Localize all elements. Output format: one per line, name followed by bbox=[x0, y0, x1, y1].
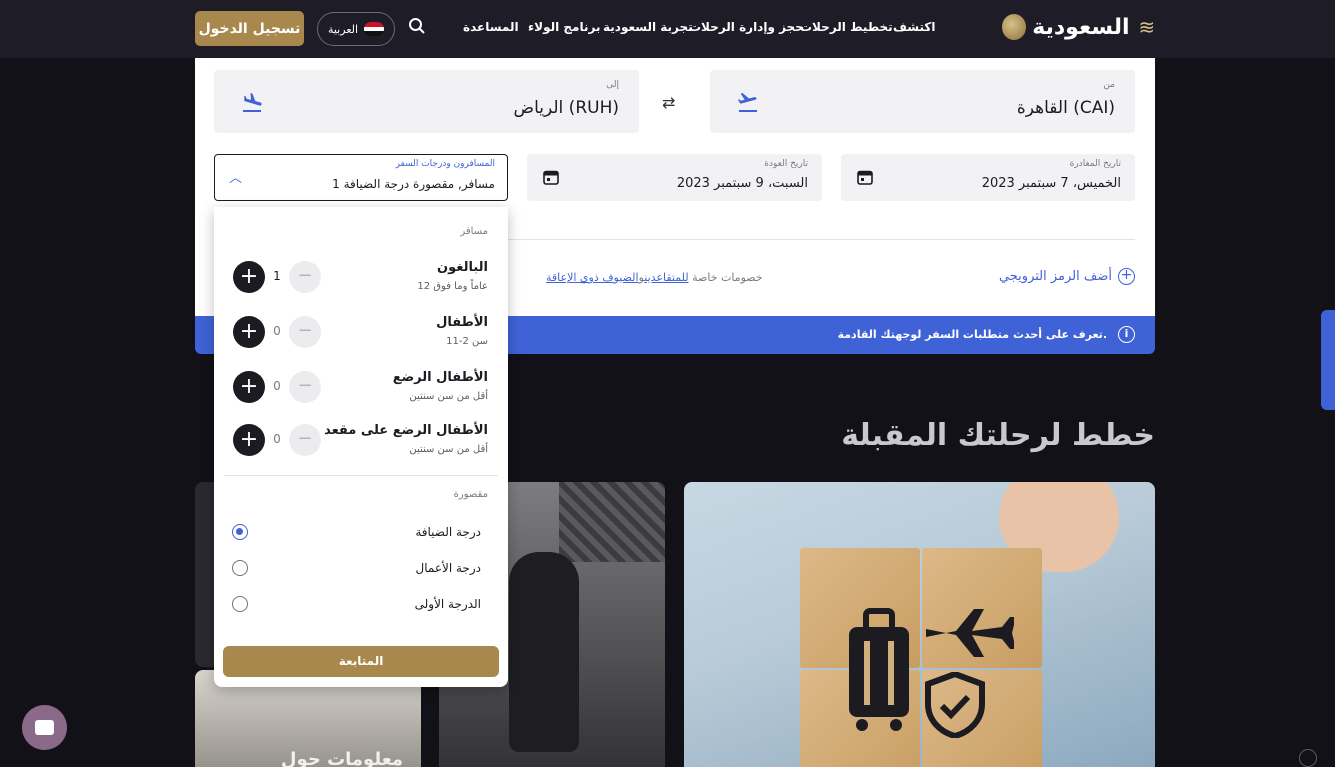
children-label: الأطفال bbox=[436, 315, 488, 330]
decrease-adults-button[interactable]: − bbox=[289, 261, 321, 293]
login-button[interactable]: تسجيل الدخول bbox=[195, 11, 304, 46]
add-promo-code-link[interactable]: أضف الرمز الترويجي + bbox=[999, 268, 1135, 285]
infants-row: الأطفال الرضع أقل من سن سنتين − 0 + bbox=[214, 370, 508, 414]
infants-seat-row: الأطفال الرضع على مقعد أقل من سن سنتين −… bbox=[214, 423, 508, 467]
egypt-flag-icon bbox=[364, 22, 385, 36]
cabin-option-business[interactable]: درجة الأعمال bbox=[214, 558, 508, 580]
return-date-field[interactable]: تاريخ العودة السبت، 9 سبتمبر 2023 bbox=[527, 154, 822, 201]
seniors-discount-link[interactable]: للمتقاعدين bbox=[644, 271, 688, 284]
decrease-infants-seat-button[interactable]: − bbox=[289, 424, 321, 456]
swap-icon[interactable]: ⇄ bbox=[662, 93, 675, 112]
travelers-class-field[interactable]: المسافرون ودرجات السفر 1 مسافر, مقصورة د… bbox=[214, 154, 508, 201]
travel-essentials-card[interactable] bbox=[684, 482, 1155, 767]
logo-text: السعودية bbox=[1032, 14, 1130, 40]
return-date-label: تاريخ العودة bbox=[764, 159, 808, 169]
info-card-title: معلومات حول bbox=[280, 749, 403, 767]
travelers-class-value: 1 مسافر, مقصورة درجة الضيافة bbox=[332, 177, 495, 191]
scroll-indicator[interactable] bbox=[1299, 749, 1317, 767]
return-date-value: السبت، 9 سبتمبر 2023 bbox=[676, 176, 808, 191]
suitcase-icon bbox=[849, 608, 909, 731]
infants-seat-label: الأطفال الرضع على مقعد bbox=[324, 423, 488, 438]
cabin-economy-radio[interactable] bbox=[232, 524, 248, 540]
destination-value: الرياض (RUH) bbox=[513, 98, 619, 118]
adults-label: البالغون bbox=[437, 260, 488, 275]
bird-icon: ≋ bbox=[1138, 15, 1156, 39]
increase-adults-button[interactable]: + bbox=[233, 261, 265, 293]
infants-seat-age: أقل من سن سنتين bbox=[409, 444, 488, 455]
plus-circle-icon: + bbox=[1118, 268, 1135, 285]
cabin-business-radio[interactable] bbox=[232, 560, 248, 576]
cabin-option-economy[interactable]: درجة الضيافة bbox=[214, 522, 508, 544]
calendar-icon bbox=[857, 170, 873, 185]
traveler-image bbox=[509, 552, 579, 752]
landing-icon bbox=[243, 93, 262, 112]
infants-count: 0 bbox=[273, 379, 281, 393]
cabin-economy-label: درجة الضيافة bbox=[415, 525, 481, 539]
travelers-dropdown: مسافر البالغون 12 عاماً وما فوق − 1 + ال… bbox=[214, 207, 508, 687]
language-selector[interactable]: العربية bbox=[317, 12, 395, 46]
section-title: خطط لرحلتك المقبلة bbox=[841, 418, 1155, 453]
origin-field[interactable]: من القاهرة (CAI) bbox=[710, 70, 1135, 133]
special-discounts: خصومات خاصة للمتقاعدينوالضيوف ذوي الإعاق… bbox=[546, 271, 763, 284]
destination-label: إلى bbox=[606, 80, 619, 90]
departure-date-field[interactable]: تاريخ المغادرة الخميس، 7 سبتمبر 2023 bbox=[841, 154, 1135, 201]
travelers-class-label: المسافرون ودرجات السفر bbox=[395, 159, 495, 169]
continue-button[interactable]: المتابعة bbox=[223, 646, 499, 677]
escalator-image bbox=[559, 482, 665, 562]
nav-help[interactable]: المساعدة bbox=[463, 20, 519, 34]
calendar-icon bbox=[543, 170, 559, 185]
increase-children-button[interactable]: + bbox=[233, 316, 265, 348]
language-label: العربية bbox=[327, 22, 359, 36]
top-header: السعودية ≋ اكتشف تخطيط الرحلات حجز وإدار… bbox=[0, 0, 1335, 58]
nav-discover[interactable]: اكتشف bbox=[893, 20, 936, 34]
cabin-business-label: درجة الأعمال bbox=[415, 561, 481, 575]
cabin-first-radio[interactable] bbox=[232, 596, 248, 612]
chat-button[interactable] bbox=[22, 705, 67, 750]
saudia-logo[interactable]: السعودية ≋ bbox=[1002, 10, 1158, 44]
cabin-heading: مقصورة bbox=[453, 489, 488, 500]
origin-label: من bbox=[1103, 80, 1115, 90]
cabin-first-label: الدرجة الأولى bbox=[414, 597, 481, 611]
nav-book-manage[interactable]: حجز وإدارة الرحلات bbox=[689, 20, 804, 34]
nav-saudia-experience[interactable]: تجربة السعودية bbox=[603, 20, 693, 34]
children-age: سن 2-11 bbox=[446, 336, 488, 347]
chat-icon bbox=[35, 720, 54, 735]
destination-field[interactable]: إلى الرياض (RUH) bbox=[214, 70, 639, 133]
infants-label: الأطفال الرضع bbox=[392, 370, 488, 385]
palm-emblem-icon bbox=[1002, 14, 1027, 40]
adults-count: 1 bbox=[273, 269, 281, 283]
chevron-up-icon: ︿ bbox=[229, 171, 243, 186]
increase-infants-seat-button[interactable]: + bbox=[233, 424, 265, 456]
origin-value: القاهرة (CAI) bbox=[1016, 98, 1115, 118]
feedback-side-tab[interactable] bbox=[1321, 310, 1335, 410]
infants-seat-count: 0 bbox=[273, 432, 281, 446]
promo-label: أضف الرمز الترويجي bbox=[998, 269, 1112, 284]
children-count: 0 bbox=[273, 324, 281, 338]
banner-text: تعرف على أحدث متطلبات السفر لوجهتك القاد… bbox=[837, 328, 1107, 341]
children-row: الأطفال سن 2-11 − 0 + bbox=[214, 315, 508, 359]
airplane-icon bbox=[926, 609, 1014, 657]
nav-trip-planning[interactable]: تخطيط الرحلات bbox=[800, 20, 893, 34]
travelers-heading: مسافر bbox=[460, 226, 488, 237]
nav-loyalty[interactable]: برنامج الولاء bbox=[528, 20, 600, 34]
departure-date-value: الخميس، 7 سبتمبر 2023 bbox=[981, 176, 1121, 191]
search-icon[interactable] bbox=[405, 17, 429, 41]
infants-age: أقل من سن سنتين bbox=[409, 391, 488, 402]
takeoff-icon bbox=[738, 93, 757, 112]
shield-check-icon bbox=[925, 672, 985, 738]
decrease-infants-button[interactable]: − bbox=[289, 371, 321, 403]
cabin-option-first[interactable]: الدرجة الأولى bbox=[214, 594, 508, 616]
increase-infants-button[interactable]: + bbox=[233, 371, 265, 403]
info-icon: i bbox=[1118, 326, 1135, 343]
adults-row: البالغون 12 عاماً وما فوق − 1 + bbox=[214, 260, 508, 304]
disabled-guests-discount-link[interactable]: الضيوف ذوي الإعاقة bbox=[546, 271, 639, 284]
divider bbox=[224, 475, 498, 476]
adults-age: 12 عاماً وما فوق bbox=[417, 281, 488, 292]
departure-date-label: تاريخ المغادرة bbox=[1069, 159, 1121, 169]
discounts-prefix: خصومات خاصة bbox=[692, 271, 763, 284]
decrease-children-button[interactable]: − bbox=[289, 316, 321, 348]
